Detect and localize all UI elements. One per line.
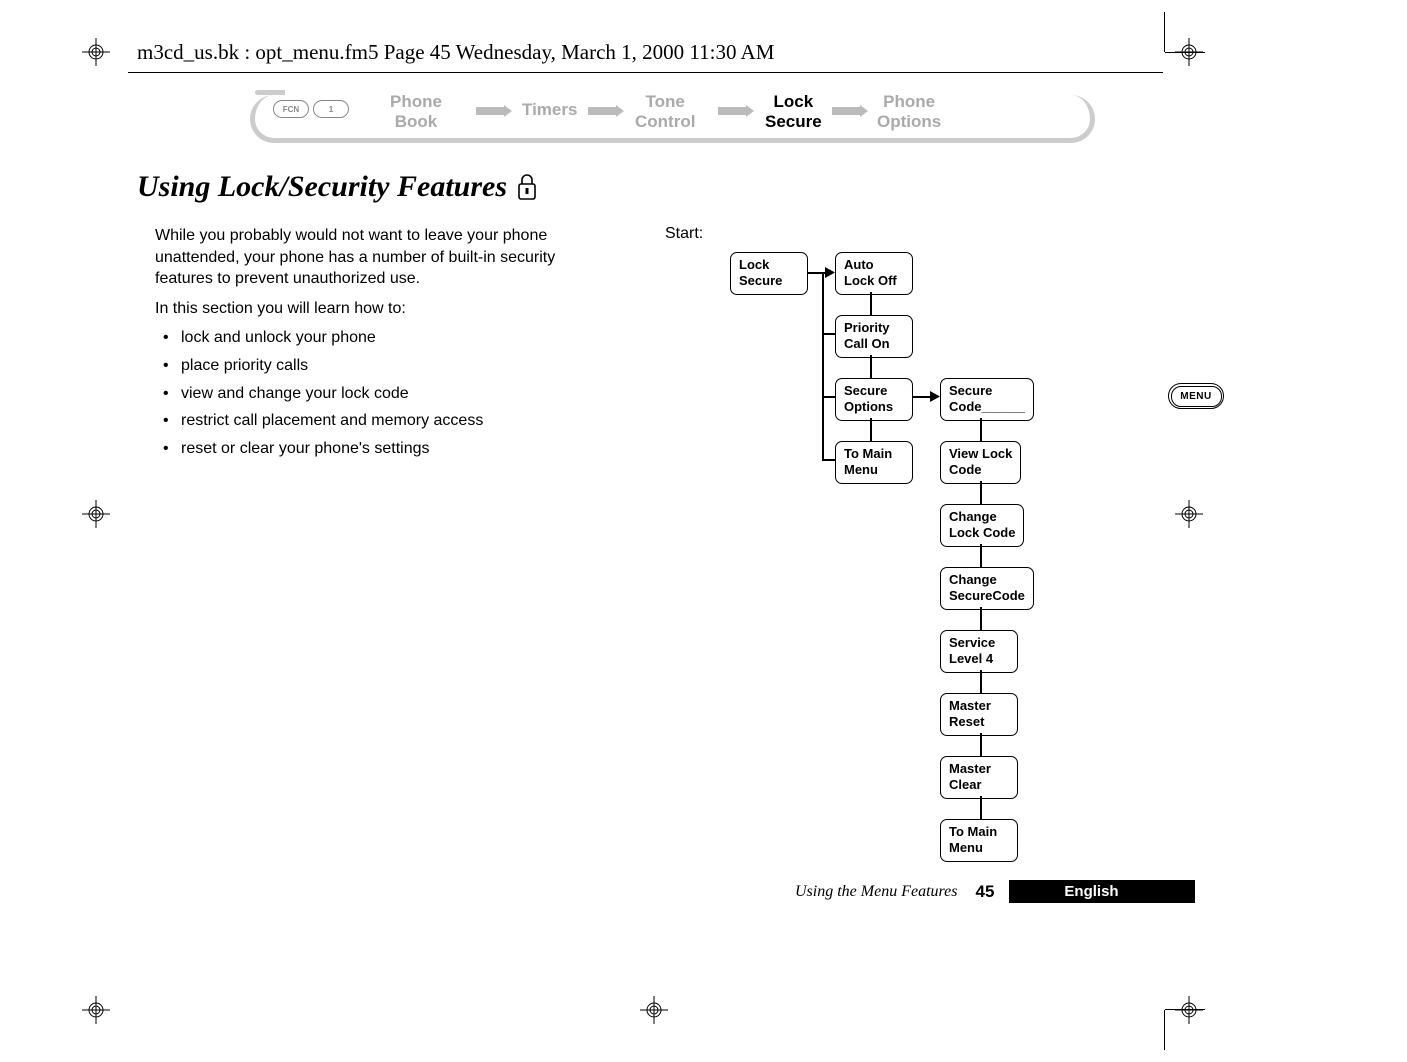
nav-item-timers: Timers bbox=[522, 100, 577, 120]
nav-item-phone-book: PhoneBook bbox=[390, 92, 442, 131]
diag-box-view-lock-code: View LockCode bbox=[940, 441, 1021, 484]
diag-box-master-reset: MasterReset bbox=[940, 693, 1018, 736]
menu-diagram: Start: LockSecure AutoLock Off PriorityC… bbox=[665, 225, 1085, 243]
registration-mark-icon bbox=[1175, 38, 1203, 66]
diag-connector bbox=[980, 670, 982, 693]
intro-paragraph-2: In this section you will learn how to: bbox=[155, 298, 595, 320]
arrow-right-icon bbox=[825, 267, 835, 278]
arrow-right-icon bbox=[718, 104, 754, 116]
nav-item-phone-options: PhoneOptions bbox=[877, 92, 941, 131]
registration-mark-icon bbox=[82, 996, 110, 1024]
nav-key-combo: FCN 1 bbox=[273, 100, 349, 118]
diag-connector bbox=[980, 607, 982, 630]
nav-item-lock-secure: LockSecure bbox=[765, 92, 822, 131]
diag-connector bbox=[822, 396, 835, 398]
language-badge: English bbox=[1009, 880, 1195, 903]
list-item: restrict call placement and memory acces… bbox=[163, 410, 595, 432]
page-title: Using Lock/Security Features bbox=[137, 170, 537, 204]
intro-paragraph: While you probably would not want to lea… bbox=[155, 225, 595, 290]
diag-connector bbox=[870, 292, 872, 315]
header-rule bbox=[128, 72, 1163, 73]
feature-list: lock and unlock your phone place priorit… bbox=[155, 327, 595, 459]
registration-mark-icon bbox=[640, 996, 668, 1024]
arrow-right-icon bbox=[476, 104, 512, 116]
arrow-right-icon bbox=[930, 391, 940, 402]
page-number: 45 bbox=[975, 882, 994, 902]
page-title-text: Using Lock/Security Features bbox=[137, 170, 507, 204]
diag-connector bbox=[870, 355, 872, 378]
diag-connector bbox=[980, 733, 982, 756]
diag-box-change-lock-code: ChangeLock Code bbox=[940, 504, 1024, 547]
registration-mark-icon bbox=[1175, 500, 1203, 528]
menu-button-icon: MENU bbox=[1168, 383, 1224, 409]
diag-connector bbox=[822, 272, 824, 460]
diag-box-secure-code: SecureCode______ bbox=[940, 378, 1034, 421]
diag-connector bbox=[980, 481, 982, 504]
body-text: While you probably would not want to lea… bbox=[155, 225, 595, 465]
diag-box-auto-lock-off: AutoLock Off bbox=[835, 252, 913, 295]
menu-nav-bar: FCN 1 PhoneBook Timers ToneControl LockS… bbox=[220, 90, 1100, 155]
diag-connector bbox=[980, 418, 982, 441]
fcn-key-icon: FCN bbox=[273, 100, 309, 118]
diag-box-secure-options: SecureOptions bbox=[835, 378, 913, 421]
file-path-header: m3cd_us.bk : opt_menu.fm5 Page 45 Wednes… bbox=[137, 40, 774, 65]
footer-section-title: Using the Menu Features bbox=[795, 883, 957, 901]
diag-box-change-securecode: ChangeSecureCode bbox=[940, 567, 1034, 610]
one-key-icon: 1 bbox=[313, 100, 349, 118]
registration-mark-icon bbox=[1175, 996, 1203, 1024]
list-item: reset or clear your phone's settings bbox=[163, 438, 595, 460]
diag-box-to-main-menu: To MainMenu bbox=[835, 441, 913, 484]
crop-mark bbox=[1164, 12, 1165, 52]
diag-box-service-level: ServiceLevel 4 bbox=[940, 630, 1018, 673]
lock-icon bbox=[517, 174, 537, 201]
diag-connector bbox=[980, 544, 982, 567]
diag-box-master-clear: MasterClear bbox=[940, 756, 1018, 799]
diag-connector bbox=[822, 459, 835, 461]
diag-box-to-main-menu-2: To MainMenu bbox=[940, 819, 1018, 862]
diag-connector bbox=[980, 796, 982, 819]
nav-item-tone-control: ToneControl bbox=[635, 92, 695, 131]
crop-mark bbox=[1164, 1010, 1165, 1050]
diag-box-priority-call-on: PriorityCall On bbox=[835, 315, 913, 358]
diag-connector bbox=[822, 333, 835, 335]
registration-mark-icon bbox=[82, 38, 110, 66]
diag-connector bbox=[870, 418, 872, 441]
list-item: place priority calls bbox=[163, 355, 595, 377]
arrow-right-icon bbox=[588, 104, 624, 116]
list-item: lock and unlock your phone bbox=[163, 327, 595, 349]
arrow-right-icon bbox=[832, 104, 868, 116]
registration-mark-icon bbox=[82, 500, 110, 528]
page-footer: Using the Menu Features 45 English bbox=[795, 880, 1195, 903]
diag-box-lock-secure: LockSecure bbox=[730, 252, 808, 295]
start-label: Start: bbox=[665, 225, 1085, 243]
list-item: view and change your lock code bbox=[163, 383, 595, 405]
